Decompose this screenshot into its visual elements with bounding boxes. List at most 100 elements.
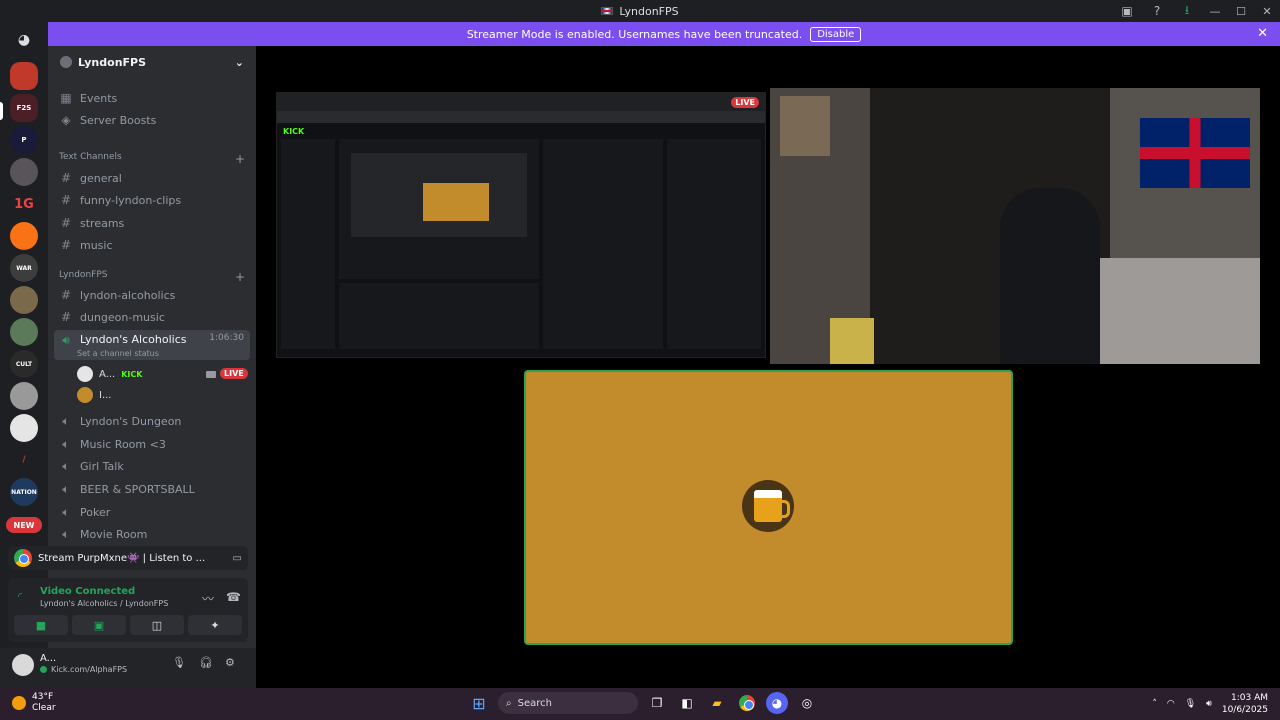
server-icon-8[interactable] [10,286,38,314]
chat-panel [543,139,663,349]
server-icon-11[interactable] [10,382,38,410]
online-status-icon [40,666,47,673]
user-tile[interactable] [524,370,1013,645]
screen-share-button[interactable]: ▣ [72,615,126,635]
add-channel-icon[interactable]: + [235,152,245,166]
events-link[interactable]: ▦ Events [54,88,250,108]
live-badge: LIVE [731,97,759,108]
discord-taskbar-icon[interactable]: ◕ [766,692,788,714]
inbox-icon[interactable]: ▣ [1112,0,1142,22]
server-icon-7[interactable]: WAR [10,254,38,282]
screen-share-icon[interactable]: ▭ [233,553,242,564]
server-icon-14[interactable]: NATION [10,478,38,506]
voice-timer: 1:06:30 [209,333,244,343]
chrome-icon[interactable] [736,692,758,714]
task-view-icon[interactable]: ❐ [646,692,668,714]
server-icon-4[interactable] [10,158,38,186]
disable-button[interactable]: Disable [810,26,862,42]
avatar [77,366,93,382]
server-icon-10[interactable]: CULT [10,350,38,378]
noise-suppression-icon[interactable]: 〰 [202,590,214,607]
chevron-up-icon[interactable]: ˄ [1152,699,1157,709]
server-icon-3[interactable]: P [10,126,38,154]
hash-icon: # [60,171,72,185]
screen-share-icon: ▣ [93,618,105,632]
disconnect-icon[interactable]: ☎ [226,590,241,604]
speaker-icon: 🔈︎ [62,481,70,496]
steam-icon[interactable]: ◎ [796,692,818,714]
voice-channel-music-room[interactable]: 🔈︎ Music Room <3 [54,434,250,454]
voice-channel-girl-talk[interactable]: 🔈︎ Girl Talk [54,456,250,476]
volume-icon[interactable]: 🔊︎ [1206,699,1212,709]
speaker-icon: 🔈︎ [62,504,70,519]
store-icon[interactable]: ◧ [676,692,698,714]
category-lyndonfps[interactable]: LyndonFPS + [59,270,245,284]
channel-music[interactable]: # music [54,235,250,255]
add-channel-icon[interactable]: + [235,270,245,284]
activities-button[interactable]: ◫ [130,615,184,635]
activity-panel[interactable]: Stream PurpMxne👾 | Listen to ... ▭ [8,546,248,570]
channel-lyndon-alcoholics[interactable]: # lyndon-alcoholics [54,285,250,305]
hash-icon: # [60,238,72,252]
voice-location[interactable]: Lyndon's Alcoholics / LyndonFPS [40,599,168,608]
headphones-icon[interactable]: 🎧︎ [199,656,213,669]
streamer-mode-banner: Streamer Mode is enabled. Usernames have… [48,22,1280,46]
voice-connected-label[interactable]: Video Connected [40,586,168,597]
close-banner-icon[interactable]: ✕ [1257,26,1268,41]
webcam-tile[interactable] [770,88,1260,364]
channel-dungeon-music[interactable]: # dungeon-music [54,307,250,327]
beer-avatar [742,480,794,532]
server-icon-5[interactable]: 1G [10,190,38,218]
server-boosts-link[interactable]: ◈ Server Boosts [54,110,250,130]
download-icon[interactable]: ⭳ [1172,0,1202,22]
kick-sidebar [281,139,335,349]
channel-status[interactable]: Set a channel status [77,349,159,358]
file-explorer-icon[interactable]: ▰ [706,692,728,714]
server-icon-12[interactable] [10,414,38,442]
help-icon[interactable]: ? [1142,0,1172,22]
weather-icon [12,696,26,710]
screen-share-tile[interactable]: KICK LIVE [276,92,766,358]
voice-channel-poker[interactable]: 🔈︎ Poker [54,502,250,522]
server-icon-1[interactable] [10,62,38,90]
soundboard-button[interactable]: ✦ [188,615,242,635]
poster [780,96,830,156]
channel-general[interactable]: # general [54,168,250,188]
selected-server-pill [0,102,3,120]
category-text-channels[interactable]: Text Channels + [59,152,245,166]
server-header[interactable]: LyndonFPS ⌄ [48,46,256,78]
voice-user-1[interactable]: A... KICK [77,365,142,383]
settings-gear-icon[interactable]: ⚙ [225,656,235,669]
channel-funny-lyndon-clips[interactable]: # funny-lyndon-clips [54,190,250,210]
maximize-button[interactable]: ☐ [1228,0,1254,22]
username[interactable]: A... [40,653,56,664]
hash-icon: # [60,310,72,324]
chevron-down-icon[interactable]: ⌄ [235,56,244,69]
microphone-icon[interactable]: 🎙︎ [172,656,186,669]
browser-tabs [277,93,765,111]
network-icon[interactable]: ◠ [1167,699,1175,709]
camera-button[interactable]: ■ [14,615,68,635]
direct-messages-icon[interactable]: ◕ [10,26,38,54]
server-icon-6[interactable] [10,222,38,250]
voice-channel-lyndons-dungeon[interactable]: 🔈︎ Lyndon's Dungeon [54,411,250,431]
voice-channel-movie-room[interactable]: 🔈︎ Movie Room [54,524,250,544]
voice-user-2[interactable]: I... [77,386,112,404]
calendar-icon: ▦ [60,91,72,105]
server-icon-13[interactable]: / [10,446,38,474]
server-icon-lyndonfps[interactable]: F2S [10,94,38,122]
microphone-icon[interactable]: 🎙︎ [1185,699,1196,709]
close-window-button[interactable]: ✕ [1254,0,1280,22]
weather-widget[interactable]: 43°F Clear [12,692,56,714]
speaker-icon: 🔈︎ [62,436,70,451]
voice-channel-beer-sportsball[interactable]: 🔈︎ BEER & SPORTSBALL [54,479,250,499]
minimize-button[interactable]: — [1202,0,1228,22]
clock[interactable]: 1:03 AM 10/6/2025 [1222,692,1268,716]
start-button[interactable]: ⊞ [468,692,490,714]
avatar[interactable] [12,654,34,676]
channel-streams[interactable]: # streams [54,213,250,233]
server-icon-9[interactable] [10,318,38,346]
stream-preview [339,139,539,279]
server-avatar-icon [60,56,72,68]
taskbar-search[interactable]: ⌕ Search [498,692,638,714]
